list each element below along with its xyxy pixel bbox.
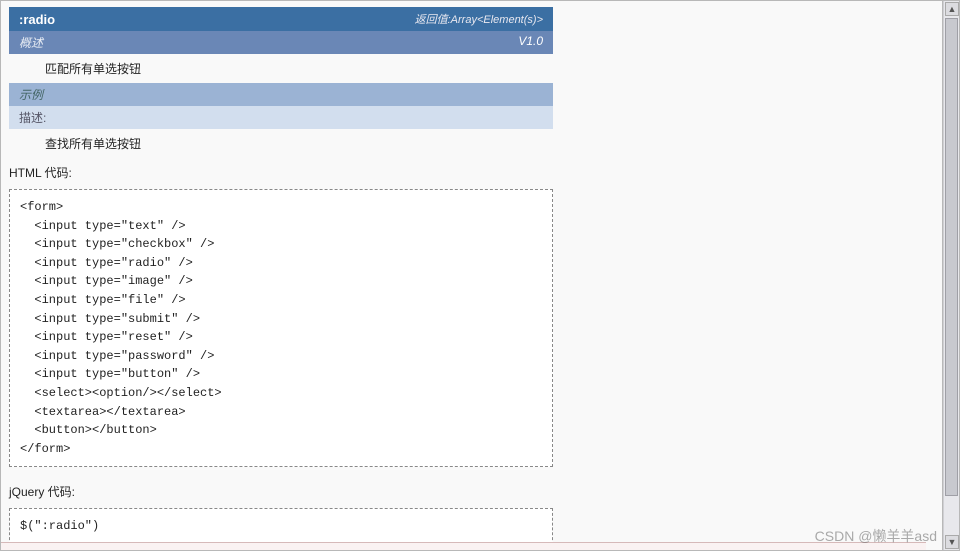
vertical-scrollbar[interactable]: ▲ ▼ (943, 1, 959, 550)
example-bar-label: 示例 (19, 88, 43, 102)
selector-title: :radio (19, 12, 55, 27)
scrollbar-thumb[interactable] (945, 18, 958, 496)
scrollbar-track[interactable] (944, 17, 959, 534)
description-text: 查找所有单选按钮 (9, 129, 553, 158)
description-label: 描述: (19, 111, 46, 125)
scroll-area: :radio 返回值:Array<Element(s)> 概述 V1.0 匹配所… (1, 1, 943, 550)
title-bar: :radio 返回值:Array<Element(s)> (9, 7, 553, 31)
document-window: :radio 返回值:Array<Element(s)> 概述 V1.0 匹配所… (0, 0, 960, 551)
example-bar: 示例 (9, 83, 553, 106)
bottom-edge-strip (1, 542, 926, 550)
version-label: V1.0 (518, 34, 543, 51)
content-column: :radio 返回值:Array<Element(s)> 概述 V1.0 匹配所… (1, 1, 561, 550)
overview-bar: 概述 V1.0 (9, 31, 553, 54)
scroll-down-button[interactable]: ▼ (945, 535, 959, 549)
overview-text: 匹配所有单选按钮 (9, 54, 553, 83)
return-value-label: 返回值:Array<Element(s)> (415, 11, 543, 27)
overview-bar-label: 概述 (19, 34, 43, 51)
jquery-code-label: jQuery 代码: (9, 477, 553, 502)
scroll-up-button[interactable]: ▲ (945, 2, 959, 16)
description-bar: 描述: (9, 106, 553, 129)
jquery-code-box: $(":radio") (9, 508, 553, 545)
html-code-box: <form> <input type="text" /> <input type… (9, 189, 553, 467)
html-code-label: HTML 代码: (9, 158, 553, 183)
